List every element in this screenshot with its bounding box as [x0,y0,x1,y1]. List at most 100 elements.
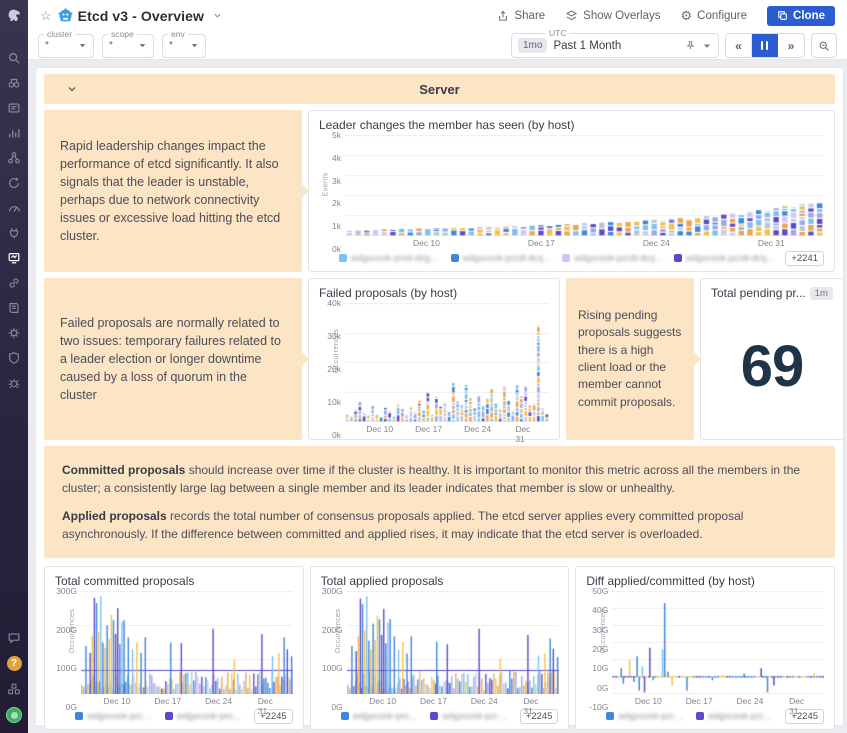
plot-area[interactable] [612,591,824,694]
legend-item[interactable]: wdgxcook-pcrdt-dog-wd [696,711,776,721]
favorite-star-icon[interactable]: ☆ [40,8,52,24]
y-axis-ticks: 5k4k3k2k1k0k [319,135,345,249]
query-value-pending-proposals[interactable]: Total pending pr... 1m 69 [700,278,844,440]
plot-area[interactable] [347,591,559,694]
x-axis-ticks: Dec 10Dec 17Dec 24Dec 31 [347,694,559,707]
clone-button[interactable]: Clone [767,6,835,26]
y-axis-ticks: 300G200G100G0G [55,591,81,707]
etcd-logo-icon [58,8,73,23]
x-axis-ticks: Dec 10Dec 17Dec 24Dec 31 [345,236,824,249]
time-range-label: Past 1 Month [553,40,679,52]
synthetics-icon[interactable] [5,274,23,292]
legend-item[interactable]: wdgxcook-pcrdt-dcqj-cd [75,711,155,721]
chart-failed-proposals[interactable]: Failed proposals (by host) Occurrences 4… [308,278,560,440]
pin-icon[interactable] [685,40,696,51]
legend-item[interactable]: wdgxcook-prod-dog-wd [341,711,421,721]
pause-icon [761,41,769,50]
bug-icon[interactable] [5,374,23,392]
section-collapse-chevron-icon[interactable] [66,83,78,95]
time-range-picker[interactable]: UTC 1mo Past 1 Month [511,33,719,58]
chart-leader-changes[interactable]: Leader changes the member has seen (by h… [308,110,835,272]
dashboard-canvas: Server Rapid leadership changes impact t… [36,68,843,725]
x-axis-ticks: Dec 10Dec 17Dec 24Dec 31 [81,694,293,707]
datadog-logo-icon[interactable] [6,7,22,23]
org-icon[interactable] [5,680,23,698]
dashboard-header: ☆ Etcd v3 - Overview Share Show Overlays… [28,0,847,60]
pause-button[interactable] [752,34,778,57]
logs-icon[interactable] [5,299,23,317]
show-overlays-button[interactable]: Show Overlays [565,9,660,22]
chart-title: Failed proposals (by host) [319,286,549,300]
interval-badge: 1m [810,287,833,300]
title-chevron-down-icon[interactable] [212,10,223,21]
search-icon[interactable] [5,49,23,67]
chart-legend[interactable]: wdgxcook-prod-dog-wdqct wdgxcook-pcrdt-dc… [319,249,824,267]
magnifier-minus-icon [818,40,830,52]
chart-title: Total committed proposals [55,574,293,588]
y-axis-ticks: 40k30k20k10k0k [319,303,345,435]
overlays-icon [565,9,578,22]
section-server[interactable]: Server [44,74,835,104]
legend-item[interactable]: wdgxcook-pcrdt-dcqj-cdqxt [562,253,664,263]
legend-more-badge[interactable]: +2241 [785,251,824,266]
share-button[interactable]: Share [497,10,545,22]
share-icon [497,10,509,22]
integrations-icon[interactable] [5,224,23,242]
help-icon[interactable]: ? [7,656,22,671]
chevron-down-icon[interactable] [702,41,712,51]
ci-settings-icon[interactable] [5,324,23,342]
nav-sidebar: ? [0,0,28,733]
plot-area[interactable] [345,135,824,236]
legend-item[interactable]: wdgxcook-pcrdt-dog-wd [606,711,686,721]
section-title: Server [44,82,835,97]
chevron-down-icon [138,41,147,50]
apm-icon[interactable] [5,174,23,192]
watchdog-icon[interactable] [5,74,23,92]
chart-total-applied[interactable]: Total applied proposals Occurrences 300G… [310,566,570,730]
dashboards-icon[interactable] [5,249,23,267]
events-icon[interactable] [5,99,23,117]
zoom-out-button[interactable] [811,33,837,58]
gear-icon: ⚙ [681,9,693,22]
chat-feedback-icon[interactable] [5,629,23,647]
clone-icon [777,10,788,21]
chart-diff-applied-committed[interactable]: Diff applied/committed (by host) Occurre… [575,566,835,730]
legend-item[interactable]: wdgxcook-prod-dog-wdqct [339,253,441,263]
security-shield-icon[interactable] [5,349,23,367]
chevron-down-icon [78,41,87,50]
timezone-label: UTC [546,28,569,38]
metrics-gauge-icon[interactable] [5,199,23,217]
legend-item[interactable]: wdgxcook-pcrdt-dog-wd [430,711,510,721]
time-back-button[interactable]: « [726,34,752,57]
filter-env[interactable]: env * [162,34,206,58]
chevron-down-icon [190,41,199,50]
chart-title: Leader changes the member has seen (by h… [319,118,824,132]
time-forward-button[interactable]: » [778,34,804,57]
configure-button[interactable]: ⚙ Configure [681,9,748,22]
note-pending-proposals: Rising pending proposals suggests there … [566,278,694,440]
plot-area[interactable] [345,303,549,422]
infrastructure-icon[interactable] [5,124,23,142]
widget-title: Total pending pr... [711,286,806,300]
legend-item[interactable]: wdgxcook-pcrdt-dcqj-cdqxn [674,253,776,263]
main-area: Server Rapid leadership changes impact t… [28,60,847,733]
legend-item[interactable]: wdgxcook-pcrdt-dcqj-cdqxd [451,253,553,263]
filter-scope[interactable]: scope * [102,34,154,58]
filter-cluster[interactable]: cluster * [38,34,94,58]
note-committed-applied: Committed proposals should increase over… [44,446,835,558]
legend-item[interactable]: wdgxcook-prod-dog-wd [165,711,245,721]
x-axis-ticks: Dec 10Dec 17Dec 24Dec 31 [612,694,824,707]
chart-title: Diff applied/committed (by host) [586,574,824,588]
chart-total-committed[interactable]: Total committed proposals Occurrences 30… [44,566,304,730]
app-window: ? ☆ Etcd v3 - Overview Share Show Overla… [0,0,847,733]
chart-title: Total applied proposals [321,574,559,588]
query-value: 69 [711,300,833,432]
user-avatar[interactable] [6,707,22,723]
note-leader-changes: Rapid leadership changes impact the perf… [44,110,302,272]
note-failed-proposals: Failed proposals are normally related to… [44,278,302,440]
plot-area[interactable] [81,591,293,694]
network-icon[interactable] [5,149,23,167]
y-axis-ticks: 300G200G100G0G [321,591,347,707]
x-axis-ticks: Dec 10Dec 17Dec 24Dec 31 [345,422,549,435]
page-title: Etcd v3 - Overview [78,8,204,24]
